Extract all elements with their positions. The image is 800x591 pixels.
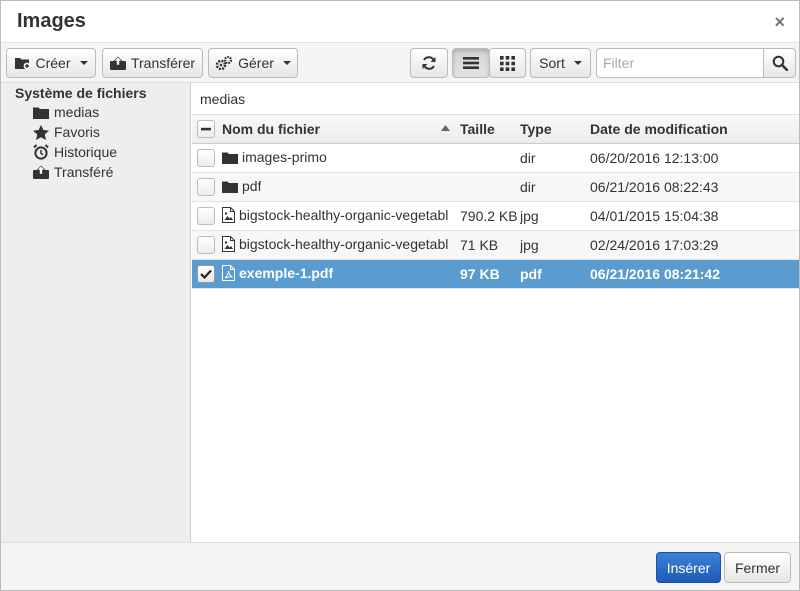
pdf-file-icon	[222, 265, 235, 281]
manage-button[interactable]: Gérer	[208, 48, 298, 78]
grid-view-button[interactable]	[489, 48, 526, 78]
file-size: 790.2 KB	[460, 208, 518, 224]
list-view-button[interactable]	[452, 48, 490, 78]
star-icon	[33, 124, 49, 140]
create-button-label: Créer	[35, 55, 71, 71]
sidebar-item-historique[interactable]: Historique	[33, 142, 117, 162]
sidebar-item-label: Favoris	[54, 124, 100, 140]
grid-icon	[500, 55, 515, 71]
file-type: dir	[520, 179, 536, 195]
row-checkbox[interactable]	[197, 236, 215, 254]
image-file-icon	[222, 207, 235, 223]
file-date: 06/21/2016 08:22:43	[590, 179, 719, 195]
column-header-date[interactable]: Date de modification	[590, 121, 728, 137]
sidebar-item-label: medias	[54, 104, 100, 120]
row-checkbox[interactable]	[197, 207, 215, 225]
file-type: jpg	[520, 237, 539, 253]
folder-plus-icon	[14, 56, 31, 70]
toolbar: Créer Transférer Gérer Sort Filter	[1, 43, 799, 83]
upload-button-label: Transférer	[130, 55, 196, 71]
table-row[interactable]: pdf dir 06/21/2016 08:22:43	[192, 173, 799, 202]
row-checkbox[interactable]	[197, 265, 215, 283]
dialog-footer: Insérer Fermer	[1, 542, 799, 590]
close-button[interactable]: Fermer	[724, 552, 791, 583]
minus-icon	[201, 124, 211, 134]
search-icon	[772, 55, 788, 71]
tree-root-filesystem[interactable]: Système de fichiers	[15, 85, 147, 101]
upload-box-icon	[33, 165, 49, 179]
search-button[interactable]	[763, 48, 796, 78]
file-name-cell: pdf	[222, 178, 458, 194]
file-name-cell: bigstock-healthy-organic-vegetabl	[222, 236, 458, 252]
grid-header: Nom du fichier Taille Type Date de modif…	[192, 115, 799, 144]
sidebar-item-label: Transféré	[54, 164, 114, 180]
file-name-cell: images-primo	[222, 149, 458, 165]
file-date: 06/21/2016 08:21:42	[590, 266, 720, 282]
file-name: pdf	[242, 178, 262, 194]
row-checkbox[interactable]	[197, 178, 215, 196]
table-row[interactable]: bigstock-healthy-organic-vegetabl 790.2 …	[192, 202, 799, 231]
file-name: exemple-1.pdf	[239, 265, 334, 281]
create-button[interactable]: Créer	[6, 48, 96, 78]
insert-button[interactable]: Insérer	[656, 552, 721, 583]
table-row[interactable]: bigstock-healthy-organic-vegetabl 71 KB …	[192, 231, 799, 260]
file-name: images-primo	[242, 149, 327, 165]
sort-ascending-icon	[441, 125, 450, 131]
select-all-checkbox[interactable]	[197, 120, 215, 138]
sidebar-item-medias[interactable]: medias	[33, 102, 99, 122]
caret-down-icon	[282, 61, 291, 65]
column-header-name[interactable]: Nom du fichier	[222, 121, 320, 137]
file-name: bigstock-healthy-organic-vegetabl	[239, 207, 449, 223]
close-icon[interactable]: ×	[774, 13, 785, 31]
folder-icon	[222, 151, 238, 164]
manage-button-label: Gérer	[238, 55, 274, 71]
table-row[interactable]: images-primo dir 06/20/2016 12:13:00	[192, 144, 799, 173]
file-list-panel: medias Nom du fichier Taille Type Date d…	[192, 83, 799, 542]
sidebar-item-favoris[interactable]: Favoris	[33, 122, 100, 142]
breadcrumb: medias	[192, 83, 799, 115]
column-header-size[interactable]: Taille	[460, 121, 495, 137]
row-checkbox[interactable]	[197, 149, 215, 167]
dialog-title-bar: Images ×	[1, 1, 799, 43]
sort-button[interactable]: Sort	[530, 48, 591, 78]
caret-down-icon	[79, 61, 88, 65]
file-type: dir	[520, 150, 536, 166]
refresh-icon	[421, 55, 437, 71]
filter-input[interactable]	[596, 48, 764, 78]
column-header-type[interactable]: Type	[520, 121, 552, 137]
list-icon	[463, 56, 479, 70]
file-type: jpg	[520, 208, 539, 224]
file-size: 71 KB	[460, 237, 499, 253]
file-name-cell: exemple-1.pdf	[222, 265, 458, 281]
file-date: 04/01/2015 15:04:38	[590, 208, 719, 224]
file-date: 06/20/2016 12:13:00	[590, 150, 719, 166]
alarm-clock-icon	[33, 144, 49, 160]
file-date: 02/24/2016 17:03:29	[590, 237, 719, 253]
file-size: 97 KB	[460, 266, 500, 282]
file-type: pdf	[520, 266, 542, 282]
file-name-cell: bigstock-healthy-organic-vegetabl	[222, 207, 458, 223]
refresh-button[interactable]	[410, 48, 448, 78]
folder-icon	[222, 180, 238, 193]
sidebar-tree: Système de fichiers medias Favoris Histo…	[1, 83, 191, 542]
caret-down-icon	[573, 61, 582, 65]
folder-icon	[33, 106, 49, 119]
upload-button[interactable]: Transférer	[102, 48, 203, 78]
sidebar-item-transfere[interactable]: Transféré	[33, 162, 113, 182]
sidebar-item-label: Historique	[54, 144, 118, 160]
image-file-icon	[222, 236, 235, 252]
table-row-selected[interactable]: exemple-1.pdf 97 KB pdf 06/21/2016 08:21…	[192, 260, 799, 289]
checkmark-icon	[200, 269, 212, 279]
file-name: bigstock-healthy-organic-vegetabl	[239, 236, 449, 252]
gears-icon	[215, 56, 233, 70]
sort-button-label: Sort	[539, 55, 565, 71]
dialog-title: Images	[17, 10, 86, 32]
images-dialog: Images × Créer Transférer Gérer Sort Fil…	[0, 0, 800, 591]
upload-box-icon	[109, 56, 126, 70]
